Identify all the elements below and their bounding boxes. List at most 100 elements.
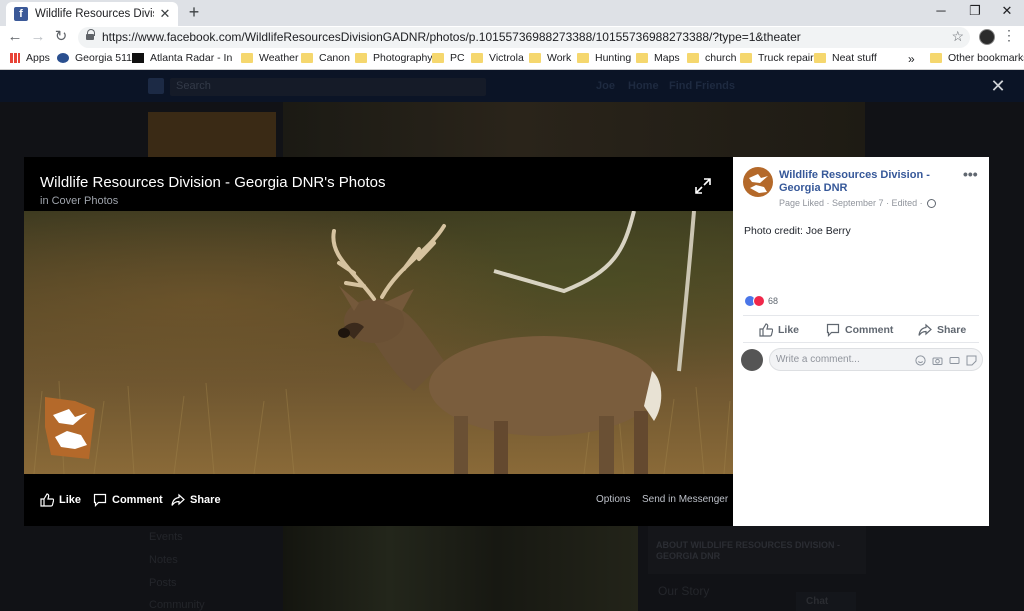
bookmark-label: Photography (373, 52, 433, 64)
options-link[interactable]: Options (596, 494, 630, 505)
like-label: Like (778, 324, 800, 336)
bookmark-neat-stuff[interactable]: Neat stuff (814, 52, 877, 64)
url-text[interactable]: https://www.facebook.com/WildlifeResourc… (102, 30, 801, 44)
page-avatar[interactable] (743, 167, 773, 197)
bookmark-canon[interactable]: Canon (301, 52, 350, 64)
expand-icon[interactable] (694, 177, 712, 195)
nav-home: Home (628, 80, 659, 92)
bookmark-pc[interactable]: PC (432, 52, 465, 64)
lock-icon (86, 29, 95, 42)
post-caption: Photo credit: Joe Berry (744, 225, 851, 237)
profile-avatar[interactable] (979, 29, 995, 45)
minimize-icon[interactable]: ─ (924, 0, 958, 24)
forward-arrow-icon[interactable]: → (28, 27, 48, 47)
folder-icon (577, 53, 589, 63)
bookmark-atlanta-radar[interactable]: Atlanta Radar - Inter (132, 52, 232, 64)
bookmarks-overflow[interactable]: » (908, 52, 915, 66)
bookmark-label: Apps (26, 52, 50, 64)
folder-icon (814, 53, 826, 63)
bookmark-label: Atlanta Radar - Inter (150, 52, 232, 64)
georgia-511-icon (57, 53, 69, 63)
bookmark-georgia-511[interactable]: Georgia 511 (57, 52, 132, 64)
photo-like-button[interactable]: Like (40, 493, 81, 507)
facebook-top-bar: Search Joe Home Find Friends (0, 70, 1024, 102)
bookmark-photography[interactable]: Photography (355, 52, 433, 64)
post-comment-button[interactable]: Comment (826, 323, 893, 337)
left-link-notes: Notes (149, 554, 178, 566)
folder-icon (930, 53, 942, 63)
like-label: Like (59, 494, 82, 506)
tab-title: Wildlife Resources Division - Geo (35, 8, 154, 20)
radar-icon (132, 53, 144, 63)
camera-icon[interactable] (932, 355, 943, 366)
address-bar[interactable]: https://www.facebook.com/WildlifeResourc… (78, 27, 970, 48)
photo-theater: Wildlife Resources Division - Georgia DN… (24, 157, 733, 526)
bookmark-label: Maps (654, 52, 680, 64)
left-link-events: Events (149, 531, 183, 543)
share-label: Share (190, 494, 221, 506)
our-story-heading: Our Story (658, 584, 710, 598)
bookmark-hunting[interactable]: Hunting (577, 52, 631, 64)
bookmark-label: Hunting (595, 52, 632, 64)
share-label: Share (937, 324, 967, 336)
reactions-summary[interactable]: 68 (744, 295, 778, 307)
bookmark-label: Weather (259, 52, 299, 64)
tab-close-icon[interactable]: ✕ (158, 7, 172, 21)
album-subtitle[interactable]: in Cover Photos (40, 195, 118, 207)
close-theater-icon[interactable]: ✕ (990, 77, 1006, 95)
folder-icon (432, 53, 444, 63)
emoji-icon[interactable] (915, 355, 926, 366)
bookmark-work[interactable]: Work (529, 52, 571, 64)
folder-icon (529, 53, 541, 63)
globe-icon (926, 198, 936, 208)
other-bookmarks[interactable]: Other bookmarks (930, 52, 1024, 64)
post-share-button[interactable]: Share (918, 323, 966, 337)
chrome-menu-icon[interactable]: ⋮ (1002, 27, 1016, 44)
bookmark-star-icon[interactable]: ☆ (951, 28, 964, 45)
window-close-icon[interactable]: ✕ (990, 0, 1024, 24)
comment-input[interactable]: Write a comment... (769, 348, 983, 371)
sticker-icon[interactable] (966, 355, 977, 366)
album-title[interactable]: Wildlife Resources Division - Georgia DN… (40, 174, 385, 191)
about-heading: ABOUT WILDLIFE RESOURCES DIVISION - GEOR… (648, 526, 866, 574)
folder-icon (740, 53, 752, 63)
browser-tab-strip: f Wildlife Resources Division - Geo ✕ + … (0, 0, 1024, 26)
bookmark-apps[interactable]: Apps (10, 52, 50, 64)
share-icon (171, 493, 185, 506)
love-reaction-icon (753, 295, 765, 307)
thumbs-up-icon (759, 323, 773, 337)
bookmark-weather[interactable]: Weather (241, 52, 299, 64)
more-options-icon[interactable]: ••• (963, 166, 978, 182)
page-name-link[interactable]: Wildlife Resources Division - Georgia DN… (779, 169, 957, 195)
bookmark-label: church (705, 52, 737, 64)
post-like-button[interactable]: Like (759, 323, 799, 337)
folder-icon (636, 53, 648, 63)
folder-icon (687, 53, 699, 63)
page-avatar-logo-icon (749, 174, 768, 193)
deer-photo[interactable] (24, 211, 733, 474)
bookmark-maps[interactable]: Maps (636, 52, 680, 64)
browser-tab[interactable]: f Wildlife Resources Division - Geo ✕ (6, 2, 178, 26)
send-in-messenger-link[interactable]: Send in Messenger (642, 494, 728, 505)
photo-share-button[interactable]: Share (171, 493, 221, 507)
chat-bar: Chat (796, 592, 856, 611)
new-tab-icon[interactable]: + (184, 3, 204, 23)
bookmark-label: Georgia 511 (75, 52, 133, 64)
reload-icon[interactable]: ↻ (51, 27, 71, 47)
gif-icon[interactable] (949, 355, 960, 366)
left-link-posts: Posts (149, 577, 177, 589)
page-cover-photo (283, 102, 865, 162)
commenter-avatar (741, 349, 763, 371)
folder-icon (471, 53, 483, 63)
bookmark-victrola[interactable]: Victrola (471, 52, 524, 64)
background-photo (283, 526, 638, 611)
folder-icon (301, 53, 313, 63)
back-arrow-icon[interactable]: ← (5, 27, 25, 47)
wildlife-division-logo (45, 397, 95, 459)
photo-comment-button[interactable]: Comment (93, 493, 163, 507)
comment-label: Comment (112, 494, 163, 506)
bookmark-church[interactable]: church (687, 52, 737, 64)
restore-icon[interactable]: ❐ (958, 0, 992, 24)
bookmark-truck-repair[interactable]: Truck repair (740, 52, 814, 64)
left-link-community: Community (149, 599, 205, 611)
